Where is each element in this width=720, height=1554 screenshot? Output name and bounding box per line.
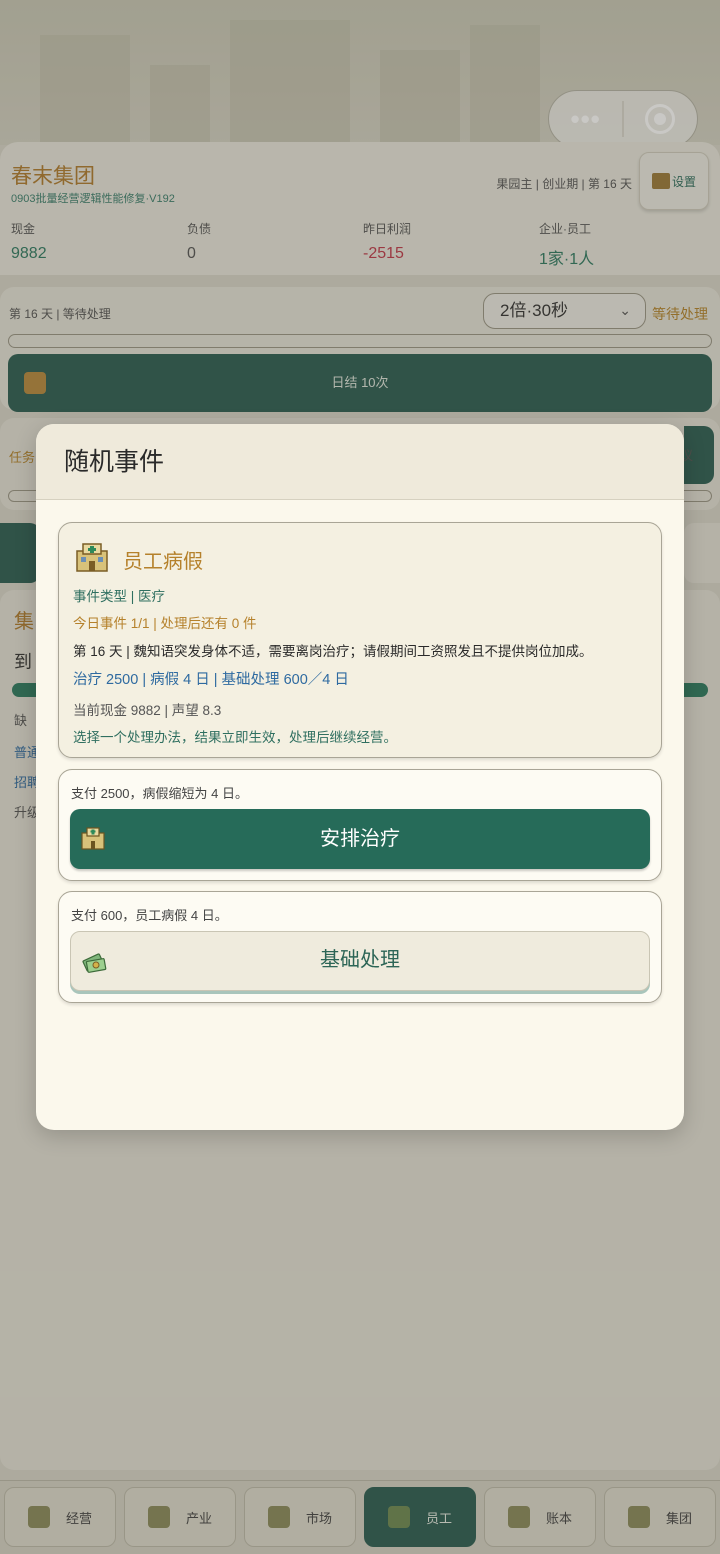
hospital-icon — [81, 827, 105, 850]
event-description: 第 16 天 | 魏知语突发身体不适，需要离岗治疗；请假期间工资照发且不提供岗位… — [73, 644, 593, 659]
event-hint: 选择一个处理办法，结果立即生效，处理后继续经营。 — [73, 730, 397, 745]
event-count: 今日事件 1/1 | 处理后还有 0 件 — [73, 616, 257, 631]
option-description: 支付 600，员工病假 4 日。 — [71, 908, 228, 923]
hospital-icon — [76, 543, 108, 572]
arrange-treatment-button[interactable]: 安排治疗 — [70, 809, 650, 869]
option-card-basic: 支付 600，员工病假 4 日。 基础处理 — [58, 891, 662, 1003]
random-event-modal: 随机事件 员工病假 事件类型 | 医疗 今日事件 1/1 | 处理后还有 0 件… — [36, 424, 684, 1130]
event-cash: 当前现金 9882 | 声望 8.3 — [73, 703, 222, 718]
money-icon — [82, 953, 107, 973]
event-title: 员工病假 — [123, 551, 203, 573]
option-button-label: 安排治疗 — [320, 828, 400, 850]
event-card: 员工病假 事件类型 | 医疗 今日事件 1/1 | 处理后还有 0 件 第 16… — [58, 522, 662, 758]
option-description: 支付 2500，病假缩短为 4 日。 — [71, 786, 248, 801]
event-costs: 治疗 2500 | 病假 4 日 | 基础处理 600／4 日 — [73, 672, 349, 688]
basic-handling-button[interactable]: 基础处理 — [70, 931, 650, 991]
option-button-label: 基础处理 — [320, 949, 400, 971]
event-type: 事件类型 | 医疗 — [73, 589, 166, 604]
option-card-treatment: 支付 2500，病假缩短为 4 日。 安排治疗 — [58, 769, 662, 881]
modal-title: 随机事件 — [36, 424, 684, 500]
